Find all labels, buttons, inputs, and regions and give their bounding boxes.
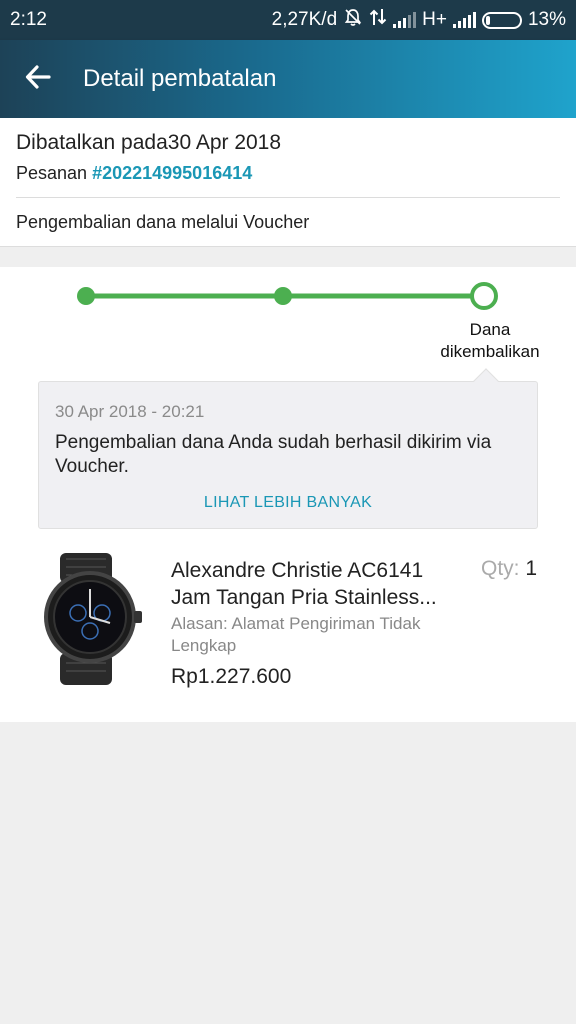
refund-status-card: Dana dikembalikan 30 Apr 2018 - 20:21 Pe… [0, 267, 576, 722]
status-right: 2,27K/d H+ 13% [272, 7, 566, 33]
progress-step-2 [274, 287, 292, 305]
product-image [44, 553, 142, 685]
update-timestamp: 30 Apr 2018 - 20:21 [55, 402, 205, 421]
alarm-off-icon [343, 7, 363, 33]
divider [16, 197, 560, 198]
bubble-pointer [473, 368, 499, 394]
status-time: 2:12 [10, 9, 47, 30]
product-price: Rp1.227.600 [171, 665, 292, 688]
cancellation-info-card: Dibatalkan pada30 Apr 2018 Pesanan #2022… [0, 118, 576, 247]
signal-icon [393, 12, 417, 28]
network-speed: 2,27K/d [271, 9, 338, 30]
progress-step-1 [77, 287, 95, 305]
order-label: Pesanan [16, 163, 88, 183]
product-qty: Qty: 1 [481, 557, 537, 581]
arrow-left-icon [24, 63, 52, 96]
update-message: Pengembalian dana Anda sudah berhasil di… [55, 432, 492, 477]
product-item[interactable]: Alexandre Christie AC6141 Jam Tangan Pri… [0, 547, 576, 697]
progress-step-label: Dana dikembalikan [440, 320, 540, 361]
order-number-link[interactable]: #202214995016414 [92, 163, 252, 183]
order-line: Pesanan #202214995016414 [16, 163, 252, 184]
battery-percent: 13% [527, 9, 566, 30]
page-title: Detail pembatalan [83, 65, 277, 92]
see-more-link[interactable]: LIHAT LEBIH BANYAK [39, 494, 537, 512]
signal-icon [452, 12, 476, 28]
status-bar: 2:12 2,27K/d H+ 13% [0, 0, 576, 40]
data-arrows-icon [369, 7, 387, 33]
refund-update-bubble: 30 Apr 2018 - 20:21 Pengembalian dana An… [38, 368, 538, 529]
network-type: H+ [422, 9, 447, 30]
qty-value: 1 [525, 557, 538, 580]
cancel-date: Dibatalkan pada30 Apr 2018 [16, 131, 282, 154]
progress-step-3 [470, 282, 498, 310]
app-bar: Detail pembatalan [0, 40, 576, 118]
product-name: Alexandre Christie AC6141 Jam Tangan Pri… [171, 559, 437, 609]
battery-icon [481, 11, 522, 29]
refund-method: Pengembalian dana melalui Voucher [16, 212, 310, 232]
cancel-reason: Alasan: Alamat Pengiriman Tidak Lengkap [171, 614, 421, 655]
back-button[interactable] [10, 51, 66, 107]
qty-label: Qty: [481, 557, 520, 580]
